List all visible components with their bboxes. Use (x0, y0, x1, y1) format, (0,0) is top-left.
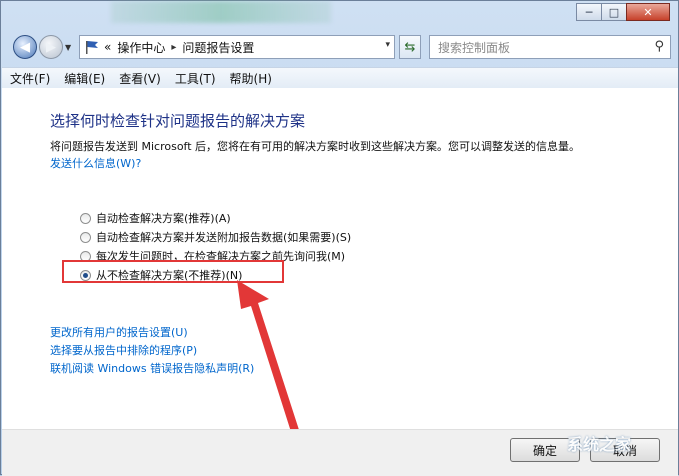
privacy-statement-link[interactable]: 联机阅读 Windows 错误报告隐私声明(R) (50, 360, 254, 376)
address-dropdown-icon[interactable]: ▾ (385, 40, 390, 50)
watermark-logo: 系统之家 (567, 435, 632, 454)
address-bar[interactable]: « 操作中心 ▸ 问题报告设置 ▾ (79, 35, 395, 59)
menu-view[interactable]: 查看(V) (119, 70, 161, 87)
radio-auto-check-send-data[interactable] (80, 231, 91, 243)
menu-help[interactable]: 帮助(H) (230, 70, 272, 87)
back-arrow-icon: ◀ (20, 39, 30, 55)
radio-auto-check[interactable] (80, 212, 91, 224)
change-all-users-settings-link[interactable]: 更改所有用户的报告设置(U) (50, 324, 188, 340)
minimize-button[interactable]: ─ (576, 3, 602, 21)
crumb-action-center[interactable]: 操作中心 (117, 39, 165, 56)
forward-arrow-icon: ▶ (46, 39, 56, 55)
maximize-button[interactable]: □ (601, 3, 627, 21)
option-label: 自动检查解决方案并发送附加报告数据(如果需要)(S) (96, 231, 352, 244)
action-center-flag-icon (86, 41, 98, 54)
window: ─ □ ✕ ◀ ▶ ▼ « 操作中心 ▸ 问题报告设置 ▾ ⇆ 搜索控制面板 ⚲… (0, 0, 679, 476)
address-overflow-icon[interactable]: « (104, 40, 111, 54)
back-button[interactable]: ◀ (13, 35, 37, 59)
search-placeholder: 搜索控制面板 (438, 40, 511, 55)
recent-pages-chevron-down-icon[interactable]: ▼ (65, 43, 71, 52)
option-label: 自动检查解决方案(推荐)(A) (96, 212, 231, 225)
address-toolbar: ◀ ▶ ▼ « 操作中心 ▸ 问题报告设置 ▾ ⇆ 搜索控制面板 ⚲ (1, 29, 679, 63)
page-description: 将问题报告发送到 Microsoft 后，您将在有可用的解决方案时收到这些解决方… (50, 140, 581, 153)
close-button[interactable]: ✕ (626, 3, 670, 21)
option-auto-check-send-data[interactable]: 自动检查解决方案并发送附加报告数据(如果需要)(S) (80, 229, 351, 245)
search-input[interactable]: 搜索控制面板 ⚲ (429, 35, 671, 59)
menu-file[interactable]: 文件(F) (10, 70, 50, 87)
menu-bar: 文件(F) 编辑(E) 查看(V) 工具(T) 帮助(H) (2, 67, 678, 89)
what-info-sent-link[interactable]: 发送什么信息(W)? (50, 155, 141, 171)
highlight-box (62, 260, 284, 283)
menu-tools[interactable]: 工具(T) (175, 70, 216, 87)
window-controls: ─ □ ✕ (576, 3, 670, 21)
option-auto-check[interactable]: 自动检查解决方案(推荐)(A) (80, 210, 231, 226)
menu-edit[interactable]: 编辑(E) (64, 70, 105, 87)
refresh-button[interactable]: ⇆ (399, 35, 421, 59)
forward-button[interactable]: ▶ (39, 35, 63, 59)
exclude-programs-link[interactable]: 选择要从报告中排除的程序(P) (50, 342, 197, 358)
page-title: 选择何时检查针对问题报告的解决方案 (50, 112, 306, 130)
title-bar-glow (111, 1, 331, 23)
content-panel: 选择何时检查针对问题报告的解决方案 将问题报告发送到 Microsoft 后，您… (2, 88, 678, 429)
search-icon[interactable]: ⚲ (654, 39, 664, 54)
crumb-separator-icon[interactable]: ▸ (171, 42, 176, 53)
crumb-problem-report-settings[interactable]: 问题报告设置 (182, 39, 254, 56)
refresh-icon: ⇆ (404, 39, 416, 55)
